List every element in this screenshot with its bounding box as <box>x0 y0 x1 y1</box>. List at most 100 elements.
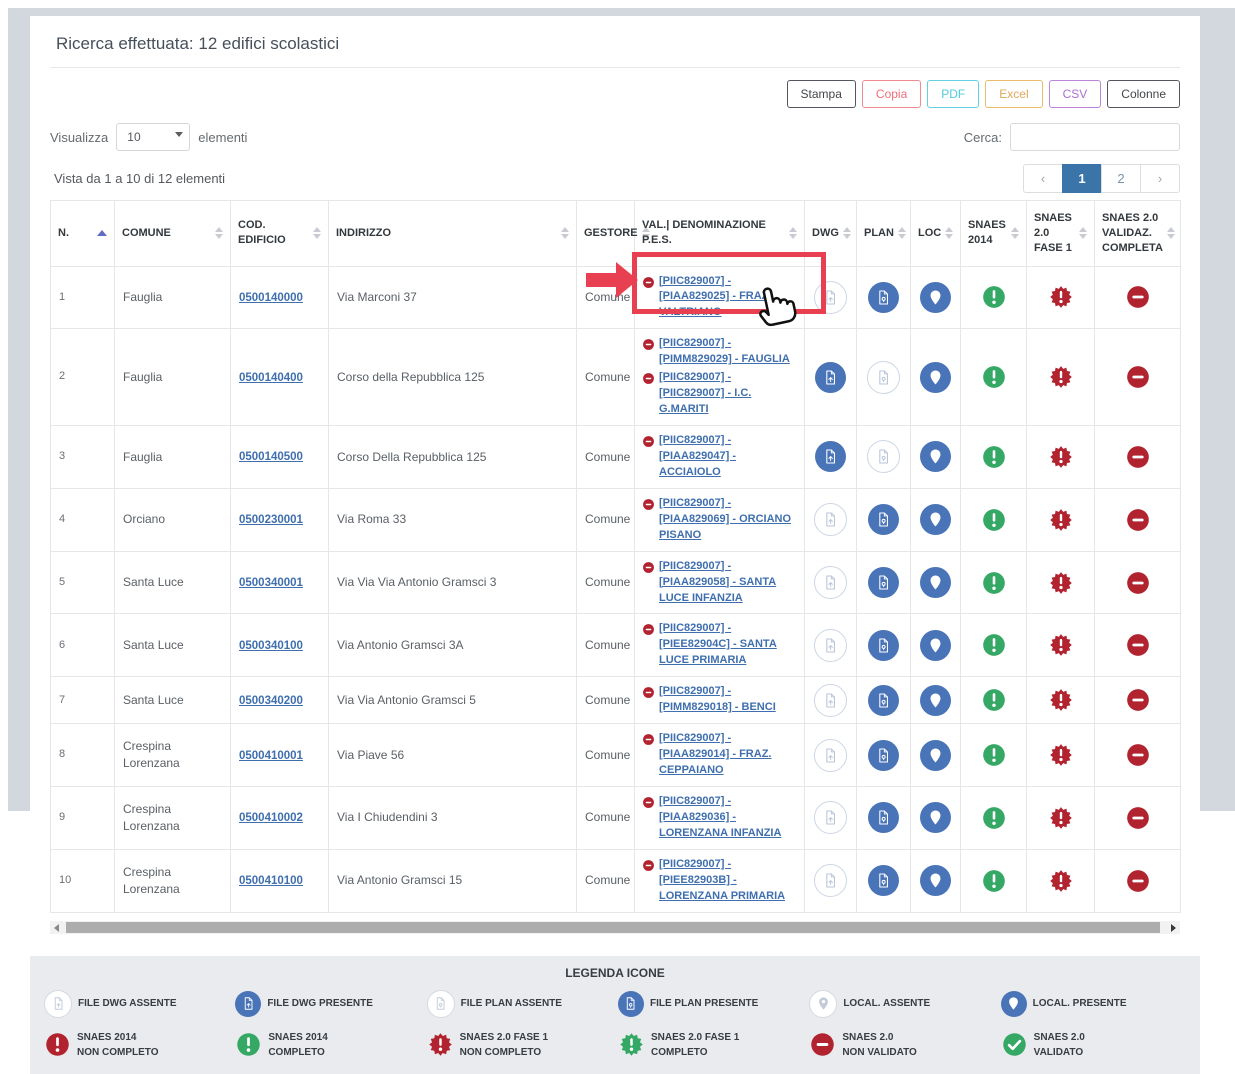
pes-link[interactable]: [PIIC829007] - [PIEE82904C] - SANTA LUCE… <box>659 621 797 669</box>
pagination-page-1[interactable]: 1 <box>1062 164 1102 193</box>
snaes-validato-icon <box>1001 1031 1028 1058</box>
cell-cod-edificio: 0500230001 <box>231 488 329 551</box>
search-input[interactable] <box>1010 123 1180 151</box>
scroll-right-icon[interactable] <box>1171 924 1176 932</box>
snaes-validaz-icon <box>1125 444 1151 470</box>
pagination-prev[interactable]: ‹ <box>1023 164 1063 193</box>
building-code-link[interactable]: 0500140400 <box>239 372 303 384</box>
column-header-loc[interactable]: LOC <box>911 201 961 267</box>
pes-link[interactable]: [PIIC829007] - [PIMM829018] - BENCI <box>659 684 797 716</box>
loc-icon[interactable] <box>920 685 951 716</box>
cell-snaes-validaz <box>1095 488 1181 551</box>
pes-link[interactable]: [PIIC829007] - [PIMM829029] - FAUGLIA <box>659 336 797 368</box>
pes-link[interactable]: [PIIC829007] - [PIAA829058] - SANTA LUCE… <box>659 559 797 607</box>
table-row: 8Crespina Lorenzana0500410001Via Piave 5… <box>51 724 1181 787</box>
column-header-cod-edificio[interactable]: COD. EDIFICIO <box>231 201 329 267</box>
column-header-dwg[interactable]: DWG <box>805 201 857 267</box>
cell-cod-edificio: 0500140400 <box>231 329 329 426</box>
loc-icon[interactable] <box>920 441 951 472</box>
plan-icon[interactable] <box>868 504 899 535</box>
building-code-link[interactable]: 0500340200 <box>239 695 303 707</box>
building-code-link[interactable]: 0500340100 <box>239 640 303 652</box>
column-header-comune[interactable]: COMUNE <box>115 201 231 267</box>
pdf-button[interactable]: PDF <box>927 80 979 108</box>
loc-icon[interactable] <box>920 865 951 896</box>
column-header-denominazione[interactable]: VAL.| DENOMINAZIONE P.E.S. <box>635 201 805 267</box>
pes-link[interactable]: [PIIC829007] - [PIAA829069] - ORCIANO PI… <box>659 496 797 544</box>
building-code-link[interactable]: 0500230001 <box>239 514 303 526</box>
stampa-button[interactable]: Stampa <box>787 80 856 108</box>
cell-denominazione: [PIIC829007] - [PIAA829058] - SANTA LUCE… <box>635 551 805 614</box>
plan-icon[interactable] <box>868 740 899 771</box>
cell-gestore: Comune <box>577 677 635 724</box>
building-code-link[interactable]: 0500140500 <box>239 451 303 463</box>
cell-snaes-2014 <box>961 426 1027 489</box>
scroll-left-icon[interactable] <box>54 924 59 932</box>
dwg-icon[interactable] <box>815 441 846 472</box>
legend-title: LEGENDA ICONE <box>44 966 1186 980</box>
building-code-link[interactable]: 0500140000 <box>239 292 303 304</box>
snaes-fase1-non-completo-icon <box>427 1031 454 1058</box>
building-code-link[interactable]: 0500340001 <box>239 577 303 589</box>
cell-dwg <box>805 426 857 489</box>
plan-icon[interactable] <box>868 685 899 716</box>
loc-icon[interactable] <box>920 282 951 313</box>
snaes-validaz-icon <box>1125 742 1151 768</box>
column-header-indirizzo[interactable]: INDIRIZZO <box>329 201 577 267</box>
column-header-gestore[interactable]: GESTORE <box>577 201 635 267</box>
cell-plan <box>857 786 911 849</box>
column-header-snaes-validaz[interactable]: SNAES 2.0 VALIDAZ. COMPLETA <box>1095 201 1181 267</box>
snaes-validaz-icon <box>1125 868 1151 894</box>
plan-icon[interactable] <box>868 865 899 896</box>
building-code-link[interactable]: 0500410002 <box>239 812 303 824</box>
loc-icon[interactable] <box>920 802 951 833</box>
plan-icon[interactable] <box>868 282 899 313</box>
cell-snaes-fase1 <box>1027 614 1095 677</box>
cell-snaes-2014 <box>961 329 1027 426</box>
pes-link[interactable]: [PIIC829007] - [PIAA829036] - LORENZANA … <box>659 794 797 842</box>
dwg-icon <box>814 864 847 897</box>
colonne-button[interactable]: Colonne <box>1107 80 1180 108</box>
building-code-link[interactable]: 0500410100 <box>239 875 303 887</box>
cell-denominazione: [PIIC829007] - [PIAA829025] - FRAZ. VALT… <box>635 266 805 329</box>
sort-icon <box>789 227 797 239</box>
pes-link[interactable]: [PIIC829007] - [PIIC829007] - I.C. G.MAR… <box>659 370 797 418</box>
scrollbar-thumb[interactable] <box>66 922 1160 933</box>
cell-snaes-fase1 <box>1027 488 1095 551</box>
loc-icon[interactable] <box>920 362 951 393</box>
cerca-label: Cerca: <box>964 130 1002 145</box>
elementi-label: elementi <box>198 130 247 145</box>
cell-n: 3 <box>51 426 115 489</box>
copia-button[interactable]: Copia <box>862 80 921 108</box>
loc-icon[interactable] <box>920 630 951 661</box>
loc-icon[interactable] <box>920 740 951 771</box>
csv-button[interactable]: CSV <box>1049 80 1102 108</box>
plan-icon[interactable] <box>868 802 899 833</box>
sort-icon <box>1167 227 1175 239</box>
plan-icon <box>867 440 900 473</box>
plan-icon[interactable] <box>868 630 899 661</box>
building-code-link[interactable]: 0500410001 <box>239 750 303 762</box>
legend-label: FILE DWG PRESENTE <box>267 996 373 1011</box>
column-header-snaes-fase1[interactable]: SNAES 2.0 FASE 1 <box>1027 201 1095 267</box>
pes-link[interactable]: [PIIC829007] - [PIAA829025] - FRAZ. VALT… <box>659 274 797 322</box>
snaes-validaz-icon <box>1125 632 1151 658</box>
sort-icon <box>1011 227 1019 239</box>
horizontal-scrollbar[interactable] <box>50 921 1180 934</box>
column-header-snaes-2014[interactable]: SNAES 2014 <box>961 201 1027 267</box>
dwg-icon[interactable] <box>815 362 846 393</box>
column-header-n[interactable]: N. <box>51 201 115 267</box>
loc-icon[interactable] <box>920 567 951 598</box>
excel-button[interactable]: Excel <box>985 80 1042 108</box>
plan-icon[interactable] <box>868 567 899 598</box>
pagination-page-2[interactable]: 2 <box>1101 164 1141 193</box>
pes-link[interactable]: [PIIC829007] - [PIAA829014] - FRAZ. CEPP… <box>659 731 797 779</box>
loc-icon[interactable] <box>920 504 951 535</box>
column-header-plan[interactable]: PLAN <box>857 201 911 267</box>
page-size-select[interactable]: 10 <box>116 123 190 151</box>
pes-link[interactable]: [PIIC829007] - [PIAA829047] - ACCIAIOLO <box>659 433 797 481</box>
cell-cod-edificio: 0500140000 <box>231 266 329 329</box>
cell-dwg <box>805 266 857 329</box>
pagination-next[interactable]: › <box>1140 164 1180 193</box>
pes-link[interactable]: [PIIC829007] - [PIEE82903B] - LORENZANA … <box>659 857 797 905</box>
